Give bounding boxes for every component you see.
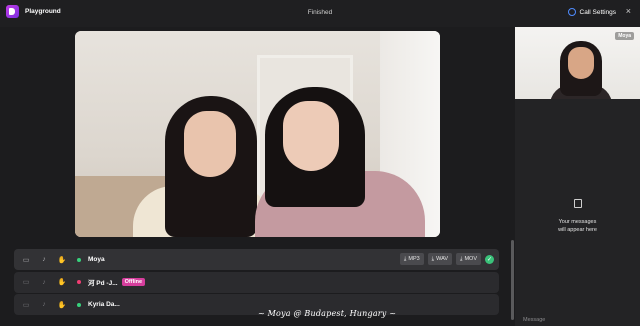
online-status-dot (77, 257, 81, 262)
microphone-icon[interactable]: ♪ (37, 254, 51, 266)
close-icon[interactable]: × (626, 6, 631, 16)
participant-name: 河 Pd -J... (88, 280, 118, 287)
chat-empty-state: Your messages will appear here (515, 199, 640, 234)
export-label: MP3 (408, 256, 420, 262)
export-mp3-button[interactable]: ⤓ MP3 (399, 253, 424, 265)
video-stage (0, 27, 513, 242)
camera-icon[interactable]: ▭ (19, 299, 33, 311)
camera-icon[interactable]: ▭ (19, 276, 33, 288)
export-buttons: ⤓ MP3 ⤓ WAV ⤓ MOV ✓ (399, 253, 494, 265)
export-wav-button[interactable]: ⤓ WAV (427, 253, 453, 265)
message-input[interactable]: Message (523, 317, 545, 323)
self-person-face (568, 47, 594, 79)
participant-name: Moya (88, 256, 105, 263)
person-left-face (184, 111, 236, 177)
offline-badge: Offline (121, 278, 146, 286)
hand-icon[interactable]: ✋ (55, 276, 69, 288)
download-icon: ⤓ (460, 255, 463, 262)
export-mov-button[interactable]: ⤓ MOV (456, 253, 481, 265)
participant-row[interactable]: ▭ ♪ ✋ Moya ⤓ MP3 ⤓ WAV ⤓ MOV ✓ (14, 249, 499, 270)
download-icon: ⤓ (431, 255, 435, 262)
microphone-icon[interactable]: ♪ (37, 276, 51, 288)
hand-icon[interactable]: ✋ (55, 299, 69, 311)
gear-icon (567, 8, 576, 16)
main-video (75, 31, 440, 237)
participants-scrollbar[interactable] (511, 240, 514, 320)
self-name-tag: Moya (615, 32, 634, 40)
top-bar: Playground Finished Call Settings × (0, 0, 640, 27)
check-icon: ✓ (485, 254, 494, 264)
export-label: WAV (436, 256, 449, 262)
camera-icon[interactable]: ▭ (19, 254, 33, 266)
offline-status-dot (77, 280, 81, 284)
photo-caption: ~ Moya @ Budapest, Hungary ~ (258, 309, 397, 318)
participant-row[interactable]: ▭ ♪ ✋ Kyria Da... (14, 294, 499, 315)
hand-icon[interactable]: ✋ (55, 254, 69, 266)
microphone-icon[interactable]: ♪ (37, 299, 51, 311)
message-icon (573, 199, 582, 208)
empty-line-2: will appear here (558, 227, 597, 233)
self-video: Moya (515, 27, 640, 99)
empty-line-1: Your messages (558, 219, 597, 225)
export-label: MOV (464, 256, 477, 262)
download-icon: ⤓ (403, 255, 407, 262)
online-status-dot (77, 302, 81, 307)
call-settings-label: Call Settings (579, 8, 617, 16)
session-status: Finished (307, 9, 333, 16)
participant-row[interactable]: ▭ ♪ ✋ 河 Pd -J... Offline (14, 271, 499, 293)
chat-sidebar: Moya Your messages will appear here Mess… (515, 27, 640, 326)
person-right-face (283, 101, 339, 171)
call-settings-button[interactable]: Call Settings (567, 8, 617, 16)
participant-list: ▭ ♪ ✋ Moya ⤓ MP3 ⤓ WAV ⤓ MOV ✓ ▭ ♪ ✋ 河 Pd -… (14, 249, 499, 317)
participant-name: Kyria Da... (88, 301, 120, 308)
